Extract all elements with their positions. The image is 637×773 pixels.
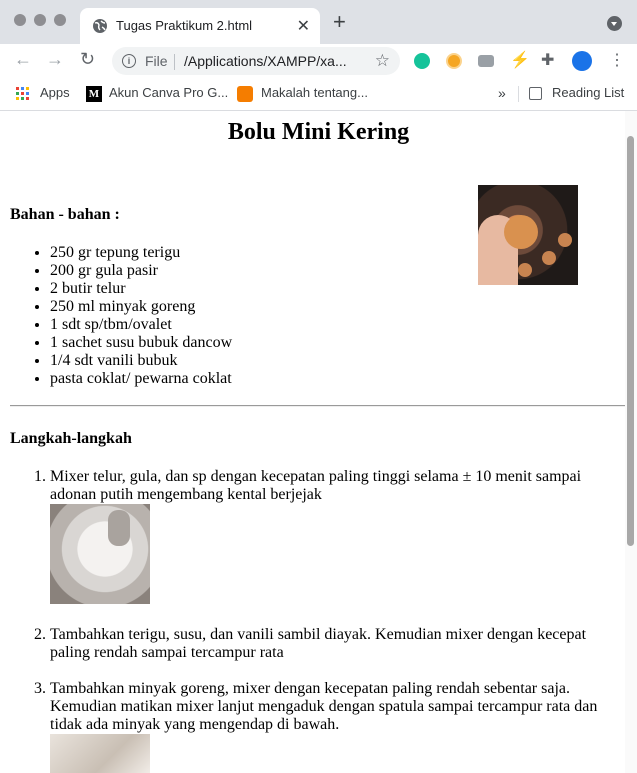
ingredient-item: 2 butir telur: [50, 280, 232, 298]
bookmark-star-icon[interactable]: ☆: [375, 51, 390, 71]
extension-orange-icon[interactable]: [446, 53, 462, 69]
toolbar: ← → ↻ i File /Applications/XAMPP/xa... ☆…: [0, 44, 637, 78]
url-text[interactable]: /Applications/XAMPP/xa...: [184, 53, 347, 69]
step-text: Kemudian matikan mixer lanjut mengaduk d…: [50, 698, 598, 715]
step-text: Tambahkan terigu, susu, dan vanili sambi…: [50, 626, 587, 643]
scrollbar-thumb[interactable]: [627, 136, 634, 546]
step-item: 2. Tambahkan terigu, susu, dan vanili sa…: [34, 626, 610, 662]
bookmark-canva[interactable]: Akun Canva Pro G...: [109, 85, 228, 100]
reload-icon[interactable]: ↻: [80, 49, 95, 70]
step-text: Tambahkan minyak goreng, mixer dengan ke…: [50, 680, 571, 697]
extensions-puzzle-icon[interactable]: ✚: [541, 50, 554, 70]
divider: [174, 54, 175, 70]
ingredient-item: 250 ml minyak goreng: [50, 298, 232, 316]
ingredient-item: 1/4 sdt vanili bubuk: [50, 352, 232, 370]
back-icon[interactable]: ←: [14, 49, 32, 70]
minimize-window-button[interactable]: [34, 14, 46, 26]
globe-icon: [93, 19, 107, 33]
address-bar[interactable]: i File /Applications/XAMPP/xa... ☆: [112, 47, 400, 75]
tab-title: Tugas Praktikum 2.html: [116, 18, 253, 33]
ingredient-item: pasta coklat/ pewarna coklat: [50, 370, 232, 388]
steps-heading: Langkah-langkah: [10, 430, 132, 447]
ingredient-item: 1 sdt sp/tbm/ovalet: [50, 316, 232, 334]
reading-list-button[interactable]: Reading List: [552, 85, 624, 100]
bookmark-apps[interactable]: Apps: [40, 85, 70, 100]
medium-icon: M: [86, 86, 102, 102]
ingredient-item: 250 gr tepung terigu: [50, 244, 232, 262]
divider: [10, 405, 625, 407]
blogger-icon: [237, 86, 253, 102]
step-text: tidak ada minyak yang mengendap di bawah…: [50, 716, 340, 733]
step-text: adonan putih mengembang kental berjejak: [50, 486, 322, 503]
bookmark-makalah[interactable]: Makalah tentang...: [261, 85, 368, 100]
ingredients-heading: Bahan - bahan :: [10, 206, 120, 223]
apps-grid-icon: [16, 87, 30, 101]
tab-strip: Tugas Praktikum 2.html ✕ +: [0, 0, 637, 44]
tab-search-icon[interactable]: [607, 16, 622, 31]
ingredient-item: 200 gr gula pasir: [50, 262, 232, 280]
step-photo-batter: [50, 504, 150, 604]
maximize-window-button[interactable]: [54, 14, 66, 26]
step-item: 3. Tambahkan minyak goreng, mixer dengan…: [34, 680, 610, 734]
divider: [518, 86, 519, 102]
more-bookmarks-icon[interactable]: »: [498, 85, 506, 101]
step-number: 3.: [34, 680, 46, 697]
reading-list-icon: [529, 87, 542, 100]
ingredient-item: 1 sachet susu bubuk dancow: [50, 334, 232, 352]
step-number: 1.: [34, 468, 46, 485]
forward-icon[interactable]: →: [46, 49, 64, 70]
bookmarks-bar: Apps M Akun Canva Pro G... Makalah tenta…: [0, 78, 637, 111]
step-number: 2.: [34, 626, 46, 643]
step-item: 1. Mixer telur, gula, dan sp dengan kece…: [34, 468, 610, 504]
tab-active[interactable]: Tugas Praktikum 2.html ✕: [80, 8, 320, 44]
step-photo-dough: [50, 734, 150, 773]
page-content: Bolu Mini Kering Bahan - bahan : 250 gr …: [0, 111, 625, 773]
page-title: Bolu Mini Kering: [227, 119, 410, 145]
close-tab-icon[interactable]: ✕: [297, 16, 310, 36]
new-tab-button[interactable]: +: [333, 11, 346, 33]
info-icon[interactable]: i: [122, 54, 136, 68]
recipe-photo-cookies: [478, 185, 578, 285]
profile-avatar[interactable]: [572, 51, 592, 71]
menu-kebab-icon[interactable]: ⋮: [609, 50, 625, 70]
lightning-icon[interactable]: ⚡: [510, 50, 530, 70]
step-text: paling rendah sampai tercampur rata: [50, 644, 284, 661]
camera-icon[interactable]: [478, 55, 494, 67]
grammarly-icon[interactable]: [414, 53, 430, 69]
ingredients-list: 250 gr tepung terigu 200 gr gula pasir 2…: [10, 244, 232, 388]
scrollbar[interactable]: [625, 111, 637, 773]
scheme-label: File: [145, 53, 168, 69]
close-window-button[interactable]: [14, 14, 26, 26]
step-text: Mixer telur, gula, dan sp dengan kecepat…: [50, 468, 582, 485]
